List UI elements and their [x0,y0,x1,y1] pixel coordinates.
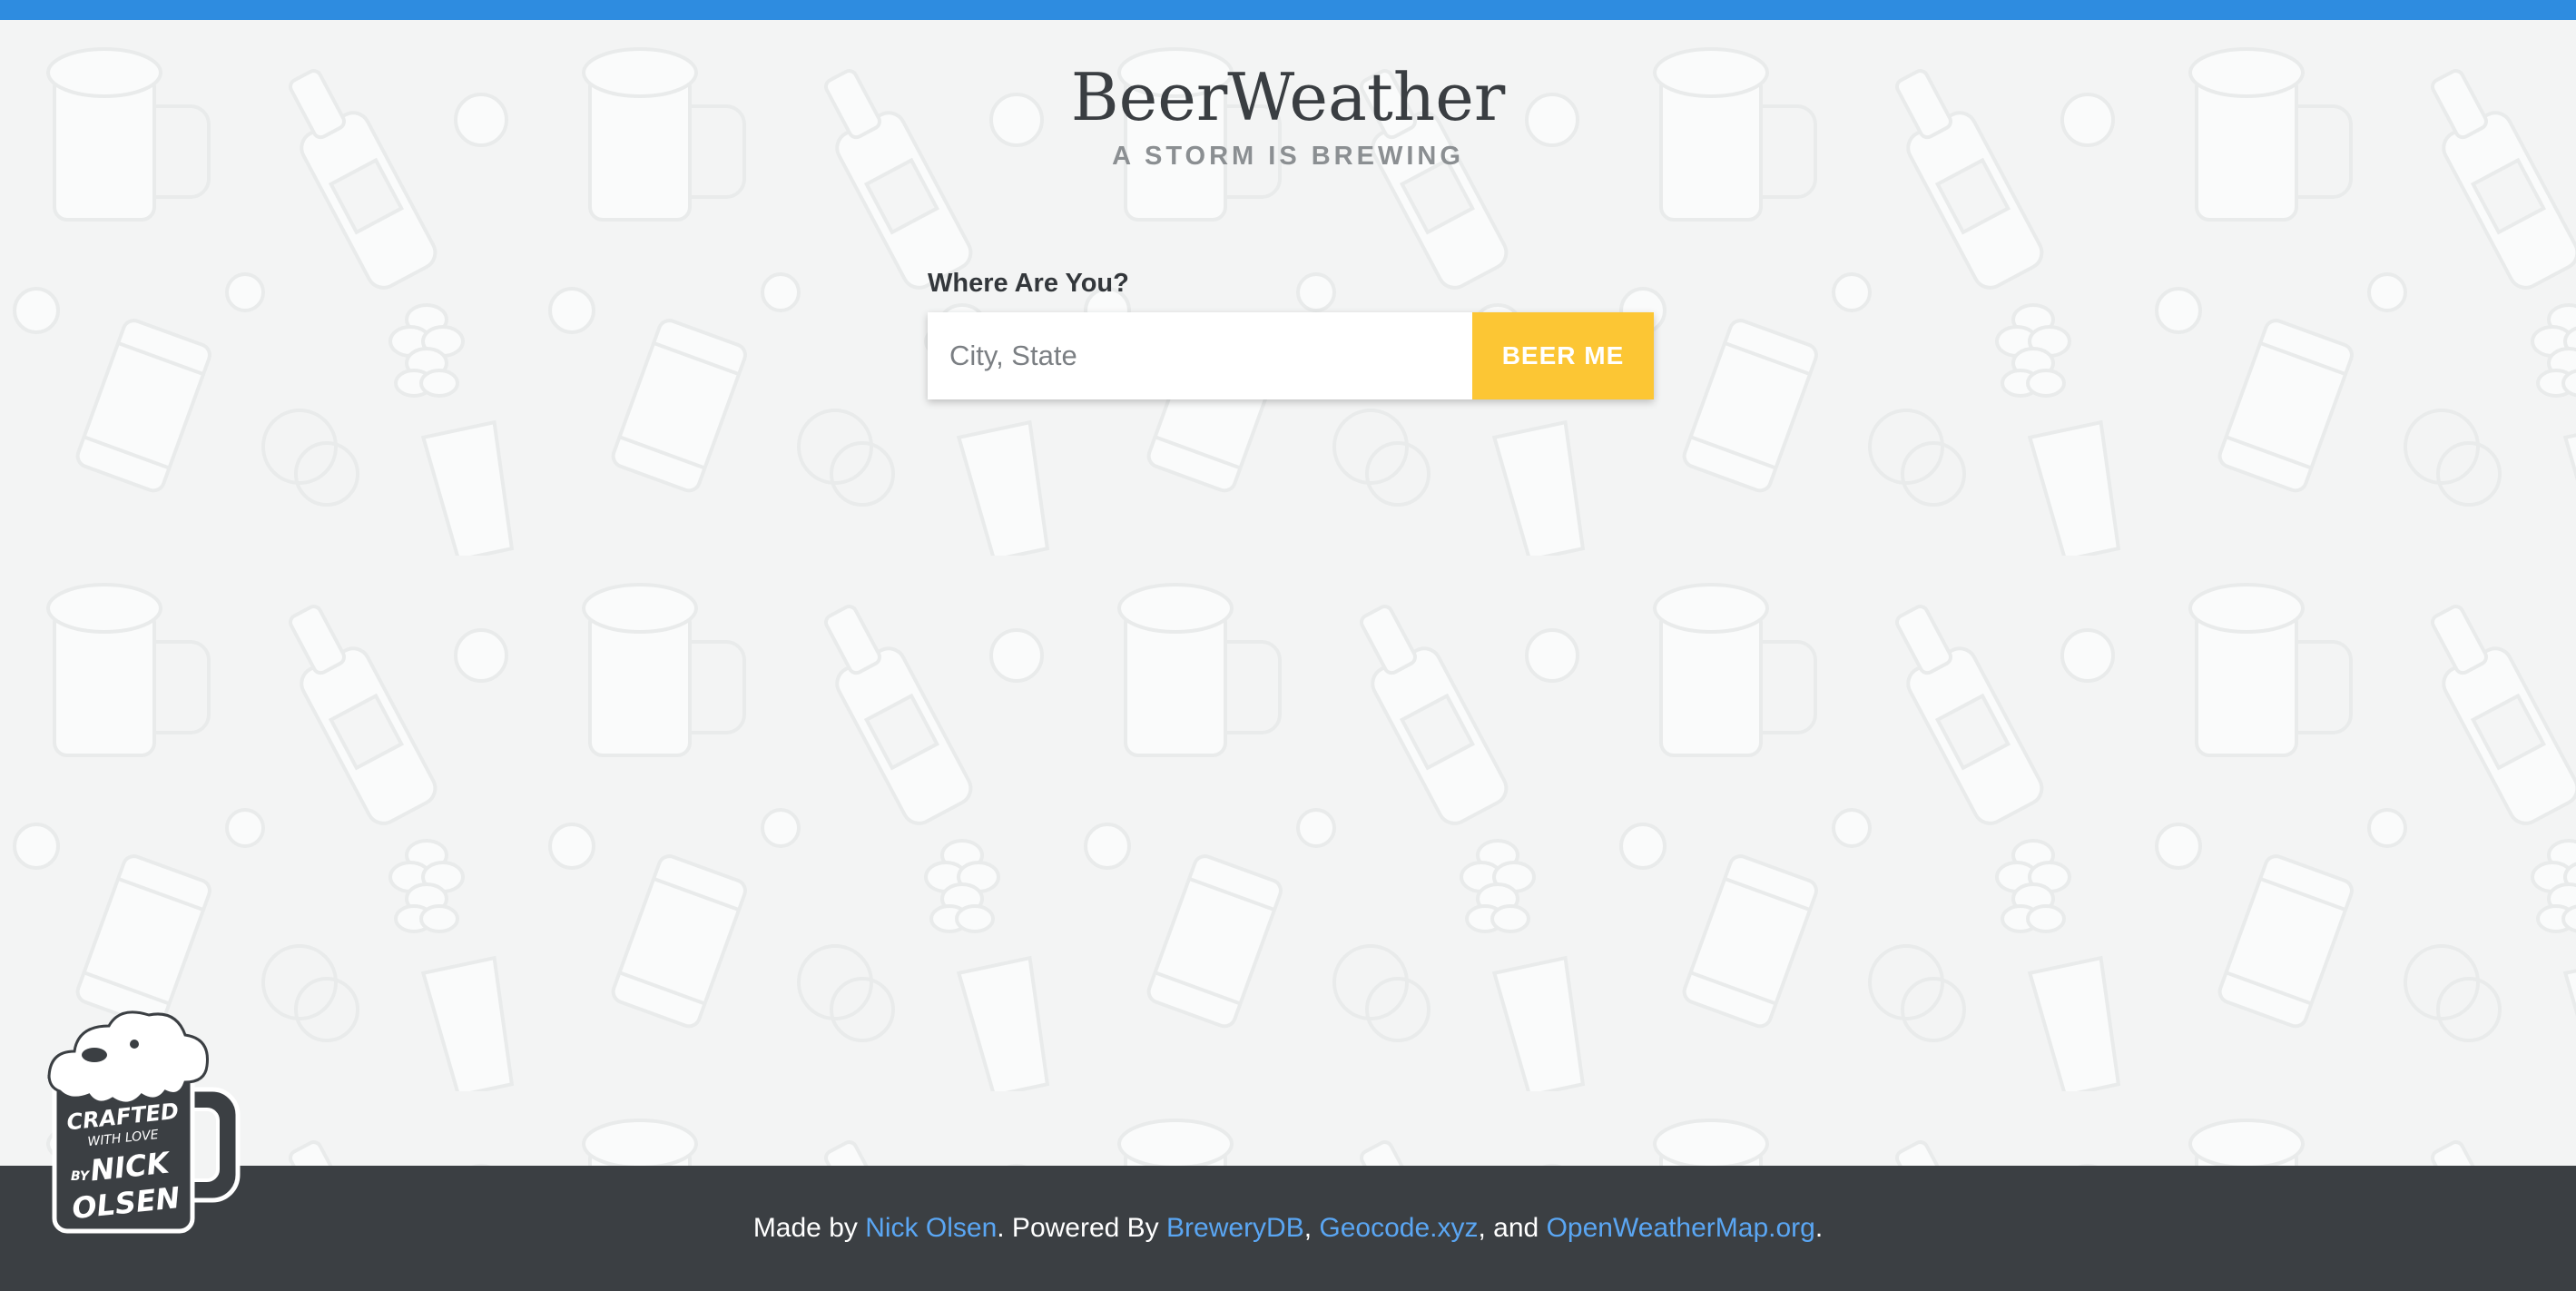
footer: Made by Nick Olsen . Powered By BreweryD… [0,1166,2576,1291]
footer-link-openweathermap[interactable]: OpenWeatherMap.org [1547,1213,1815,1244]
location-label: Where Are You? [928,269,1129,298]
footer-separator: , [1303,1213,1320,1243]
footer-link-author[interactable]: Nick Olsen [865,1213,997,1244]
top-accent-bar [0,0,2576,20]
location-input[interactable] [928,312,1472,399]
site-subtitle: A STORM IS BREWING [1112,142,1464,171]
location-search-form: Where Are You? BEER ME [928,267,1654,399]
beer-me-button[interactable]: BEER ME [1472,312,1654,399]
site-title: BeerWeather [1070,59,1506,135]
footer-separator: , and [1478,1213,1547,1243]
page-header: BeerWeather A STORM IS BREWING [0,56,2576,174]
footer-made-by-text: Made by [752,1213,866,1243]
footer-powered-text: . Powered By [997,1213,1167,1243]
beer-mug-icon[interactable]: CRAFTED WITH LOVE BY NICK OLSEN [40,1008,251,1244]
footer-link-geocode[interactable]: Geocode.xyz [1319,1213,1478,1244]
beer-doodle-background [0,20,2576,1166]
footer-end-period: . [1814,1213,1824,1243]
footer-link-brewerydb[interactable]: BreweryDB [1166,1213,1304,1244]
search-row: BEER ME [928,312,1654,399]
badge-text-by: BY [71,1169,91,1184]
